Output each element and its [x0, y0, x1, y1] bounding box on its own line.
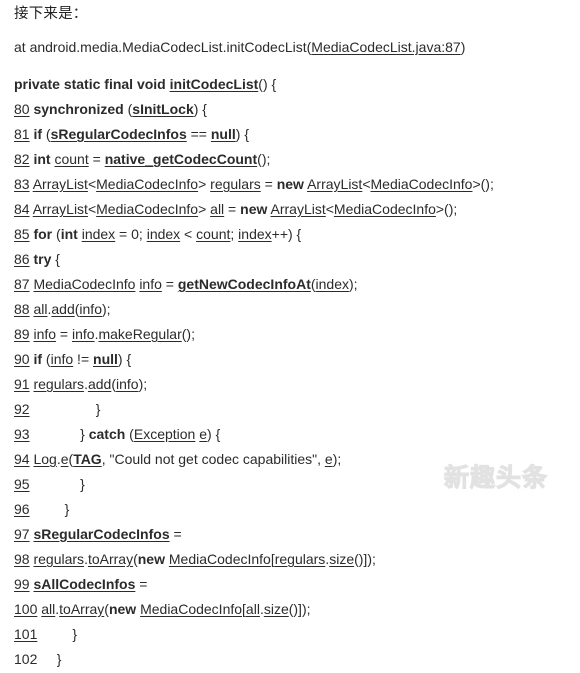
- code-line: 85 for (int index = 0; index < count; in…: [14, 222, 566, 247]
- code-line-text: try {: [33, 251, 60, 267]
- code-line-text: for (int index = 0; index < count; index…: [33, 226, 302, 242]
- code-line-number: 84: [14, 201, 30, 217]
- code-line-number: 96: [14, 501, 30, 517]
- code-line-number: 99: [14, 576, 30, 592]
- code-line-text: ArrayList<MediaCodecInfo> all = new Arra…: [32, 201, 458, 217]
- code-line-number: 102: [14, 651, 38, 667]
- code-line-signature-text: private static final void initCodecList(…: [14, 76, 277, 92]
- code-line-number: 101: [14, 626, 38, 642]
- code-line-text: int count = native_getCodecCount();: [33, 151, 271, 167]
- code-line-text: MediaCodecInfo info = getNewCodecInfoAt(…: [33, 276, 358, 292]
- code-line-text: regulars.toArray(new MediaCodecInfo[regu…: [33, 551, 376, 567]
- code-line-number: 100: [14, 601, 38, 617]
- code-line-text: sAllCodecInfos =: [33, 576, 148, 592]
- code-line-text: synchronized (sInitLock) {: [33, 101, 207, 117]
- code-line-text: if (sRegularCodecInfos == null) {: [33, 126, 249, 142]
- code-line-text: } catch (Exception e) {: [33, 426, 221, 442]
- code-line-number: 90: [14, 351, 30, 367]
- code-line: 93 } catch (Exception e) {: [14, 422, 566, 447]
- code-line: 99 sAllCodecInfos =: [14, 572, 566, 597]
- code-line-number: 91: [14, 376, 30, 392]
- code-block: private static final void initCodecList(…: [14, 72, 566, 672]
- code-line-text: all.add(info);: [33, 301, 111, 317]
- code-line-number: 82: [14, 151, 30, 167]
- code-line-text: }: [41, 651, 62, 667]
- code-line: 91 regulars.add(info);: [14, 372, 566, 397]
- code-line-number: 87: [14, 276, 30, 292]
- code-line-text: info = info.makeRegular();: [33, 326, 195, 342]
- code-line-number: 83: [14, 176, 30, 192]
- code-line: 84 ArrayList<MediaCodecInfo> all = new A…: [14, 197, 566, 222]
- intro-text: 接下来是：: [14, 6, 88, 22]
- code-line-text: }: [33, 476, 85, 492]
- code-line-text: Log.e(TAG, "Could not get codec capabili…: [33, 451, 342, 467]
- code-line: 98 regulars.toArray(new MediaCodecInfo[r…: [14, 547, 566, 572]
- code-line: 97 sRegularCodecInfos =: [14, 522, 566, 547]
- code-line: 95 }: [14, 472, 566, 497]
- code-line: 88 all.add(info);: [14, 297, 566, 322]
- code-line-text: }: [41, 626, 78, 642]
- stack-trace-line: at android.media.MediaCodecList.initCode…: [14, 36, 566, 58]
- code-line-number: 80: [14, 101, 30, 117]
- code-line: 102 }: [14, 647, 566, 672]
- code-line-text: regulars.add(info);: [33, 376, 148, 392]
- code-line-number: 88: [14, 301, 30, 317]
- code-line: 94 Log.e(TAG, "Could not get codec capab…: [14, 447, 566, 472]
- code-line-number: 93: [14, 426, 30, 442]
- code-line-text: all.toArray(new MediaCodecInfo[all.size(…: [41, 601, 311, 617]
- code-line: 82 int count = native_getCodecCount();: [14, 147, 566, 172]
- code-line-number: 81: [14, 126, 30, 142]
- code-line: 86 try {: [14, 247, 566, 272]
- code-line-text: ArrayList<MediaCodecInfo> regulars = new…: [32, 176, 494, 192]
- code-line: 90 if (info != null) {: [14, 347, 566, 372]
- code-line: 92 }: [14, 397, 566, 422]
- code-line-text: if (info != null) {: [33, 351, 132, 367]
- article-content: 接下来是： at android.media.MediaCodecList.in…: [0, 0, 580, 673]
- code-line-number: 86: [14, 251, 30, 267]
- code-line: 89 info = info.makeRegular();: [14, 322, 566, 347]
- code-line: 100 all.toArray(new MediaCodecInfo[all.s…: [14, 597, 566, 622]
- code-line: 83 ArrayList<MediaCodecInfo> regulars = …: [14, 172, 566, 197]
- code-line: 87 MediaCodecInfo info = getNewCodecInfo…: [14, 272, 566, 297]
- code-line-signature: private static final void initCodecList(…: [14, 72, 566, 97]
- code-line-number: 97: [14, 526, 30, 542]
- code-line-number: 98: [14, 551, 30, 567]
- code-line-number: 92: [14, 401, 30, 417]
- code-line-text: sRegularCodecInfos =: [33, 526, 182, 542]
- code-line-number: 95: [14, 476, 30, 492]
- code-line: 80 synchronized (sInitLock) {: [14, 97, 566, 122]
- code-line: 101 }: [14, 622, 566, 647]
- stack-trace-source-link[interactable]: MediaCodecList.java:87: [311, 39, 460, 55]
- code-line-number: 85: [14, 226, 30, 242]
- code-line-text: }: [33, 401, 101, 417]
- code-line: 96 }: [14, 497, 566, 522]
- code-line-number: 94: [14, 451, 30, 467]
- stack-trace-prefix: at android.media.MediaCodecList.initCode…: [14, 39, 312, 55]
- code-line-text: }: [33, 501, 70, 517]
- stack-trace-suffix: ): [460, 39, 466, 55]
- code-line-number: 89: [14, 326, 30, 342]
- code-line: 81 if (sRegularCodecInfos == null) {: [14, 122, 566, 147]
